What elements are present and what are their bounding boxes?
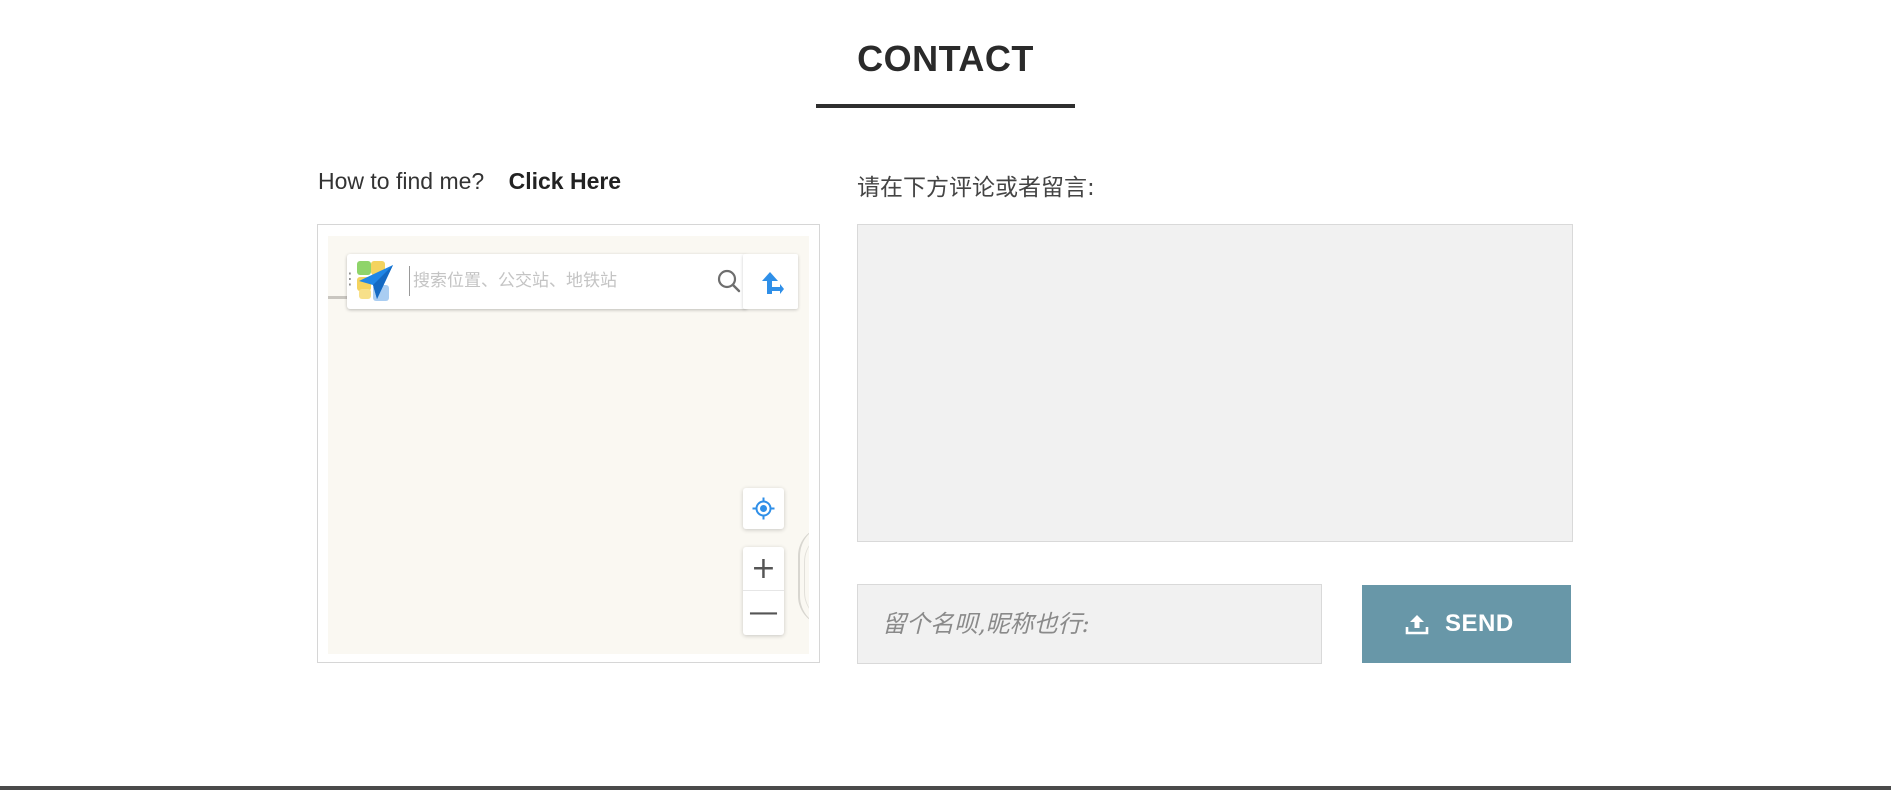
comment-label: 请在下方评论或者留言:: [857, 175, 1095, 201]
locate-icon: [752, 497, 775, 520]
footer-divider: [0, 786, 1891, 790]
map-app-logo-icon: [355, 259, 399, 303]
zoom-in-button[interactable]: +: [743, 547, 784, 591]
upload-icon: [1405, 615, 1429, 635]
comment-textarea[interactable]: [857, 224, 1573, 542]
find-me-row: How to find me? Click Here: [318, 168, 621, 195]
find-me-text: How to find me?: [318, 168, 485, 194]
send-label: SEND: [1445, 610, 1514, 637]
section-title: CONTACT: [857, 38, 1034, 79]
search-icon[interactable]: [716, 268, 742, 294]
map-search-input[interactable]: [409, 266, 679, 296]
title-underline: [816, 104, 1075, 108]
map-frame: ⋮ 搜索位置、公交站、地铁站 + —: [317, 224, 820, 663]
route-arrow-icon: [762, 272, 784, 294]
send-button[interactable]: SEND: [1362, 585, 1571, 663]
locate-button[interactable]: [743, 488, 784, 529]
click-here-link[interactable]: Click Here: [509, 168, 622, 194]
zoom-out-button[interactable]: —: [743, 591, 784, 635]
route-button[interactable]: [743, 254, 798, 309]
zoom-control: + —: [743, 547, 784, 635]
map-search-box: ⋮: [342, 254, 747, 309]
map-canvas[interactable]: ⋮ 搜索位置、公交站、地铁站 + —: [328, 236, 809, 654]
name-input[interactable]: [857, 584, 1322, 664]
